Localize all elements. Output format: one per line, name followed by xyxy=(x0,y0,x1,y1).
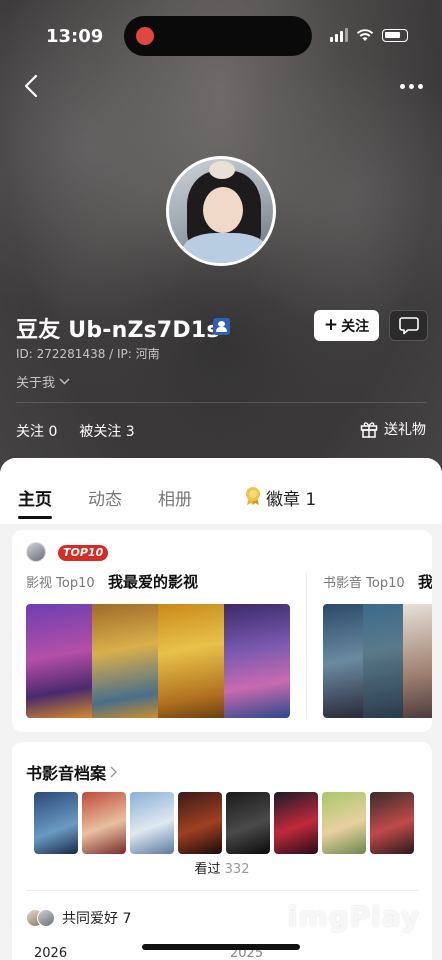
thumbnail xyxy=(370,792,414,854)
top-lists-card[interactable]: TOP10 影视 Top10 我最爱的影视 书影音 Top10 我 xyxy=(12,530,432,732)
status-bar: 13:09 xyxy=(0,0,442,70)
poster-7 xyxy=(403,604,432,718)
thumbnail xyxy=(130,792,174,854)
thumbnail xyxy=(226,792,270,854)
about-me-toggle[interactable]: 关于我 xyxy=(16,372,70,391)
follow-label: 关注 xyxy=(341,318,370,335)
user-name: 豆友 Ub-nZs7D1s xyxy=(16,318,220,343)
user-verified-icon xyxy=(213,318,230,335)
paired-avatars xyxy=(26,909,56,927)
home-indicator xyxy=(142,944,300,950)
wifi-icon xyxy=(356,29,374,41)
top10-badge: TOP10 xyxy=(58,545,109,561)
chevron-down-icon xyxy=(59,378,70,385)
archive-title[interactable]: 书影音档案 xyxy=(26,760,118,784)
thumbnail xyxy=(34,792,78,854)
divider xyxy=(16,402,426,403)
system-icons xyxy=(330,28,408,42)
medal-icon xyxy=(246,487,260,505)
seen-label: 看过 xyxy=(194,862,221,877)
book-poster-strip[interactable] xyxy=(323,604,432,718)
status-time: 13:09 xyxy=(46,26,104,47)
tab-badges-label: 徽章 xyxy=(266,490,300,510)
badge-count: 1 xyxy=(305,490,317,510)
follow-stats: 关注 0 被关注 3 xyxy=(16,421,135,441)
poster-1 xyxy=(26,604,92,718)
poster-6 xyxy=(363,604,403,718)
thumbnail xyxy=(322,792,366,854)
archive-thumbnails[interactable] xyxy=(34,792,414,854)
chevron-right-icon xyxy=(110,766,118,778)
tab-activity[interactable]: 动态 xyxy=(88,485,122,510)
watermark-logo: imgPlay xyxy=(287,900,420,933)
year-label: 2026 xyxy=(34,946,68,960)
tab-home[interactable]: 主页 xyxy=(18,485,52,510)
dynamic-island xyxy=(124,16,312,56)
follow-button[interactable]: + 关注 xyxy=(314,310,379,341)
film-top10-label: 影视 Top10 xyxy=(26,576,95,591)
seen-count: 332 xyxy=(224,862,250,877)
profile-tabs: 主页 动态 相册 徽章 1 xyxy=(0,458,442,524)
user-id-ip: ID: 272281438 / IP: 河南 xyxy=(16,347,160,361)
send-gift-button[interactable]: 送礼物 xyxy=(360,419,426,439)
message-button[interactable] xyxy=(389,310,428,341)
about-me-label: 关于我 xyxy=(16,376,56,391)
poster-2 xyxy=(92,604,158,718)
content-sheet: 主页 动态 相册 徽章 1 TOP10 影视 Top10 我最爱的影视 书影音 … xyxy=(0,458,442,960)
following-count[interactable]: 关注 0 xyxy=(16,421,57,441)
more-options-icon[interactable] xyxy=(400,78,426,94)
divider xyxy=(306,572,307,718)
thumbnail xyxy=(82,792,126,854)
thumbnail xyxy=(274,792,318,854)
followers-count[interactable]: 被关注 3 xyxy=(79,421,134,441)
chat-bubble-icon xyxy=(398,316,419,334)
back-icon[interactable] xyxy=(20,74,44,98)
cellular-signal-icon xyxy=(330,28,348,42)
book-top10-label: 书影音 Top10 xyxy=(323,576,405,591)
book-top10-title[interactable]: 我 xyxy=(418,571,432,592)
film-poster-strip[interactable] xyxy=(26,604,290,718)
common-hobbies[interactable]: 共同爱好 7 xyxy=(26,908,131,928)
common-hobbies-label: 共同爱好 7 xyxy=(62,911,132,927)
poster-3 xyxy=(158,604,224,718)
seen-count-line: 看过 332 xyxy=(12,858,432,877)
plus-icon: + xyxy=(323,315,339,335)
poster-5 xyxy=(323,604,363,718)
battery-icon xyxy=(382,28,408,42)
send-gift-label: 送礼物 xyxy=(384,422,426,438)
avatar[interactable] xyxy=(166,156,276,266)
recording-indicator-icon xyxy=(136,27,154,45)
gift-icon xyxy=(360,422,378,438)
divider xyxy=(26,890,418,891)
mini-avatar xyxy=(26,542,46,562)
thumbnail xyxy=(178,792,222,854)
active-tab-indicator xyxy=(18,516,52,519)
archive-title-label: 书影音档案 xyxy=(26,764,107,783)
tab-badges[interactable]: 徽章 1 xyxy=(266,485,316,510)
film-top10-title[interactable]: 我最爱的影视 xyxy=(108,571,198,592)
poster-4 xyxy=(224,604,290,718)
tab-album[interactable]: 相册 xyxy=(158,485,192,510)
